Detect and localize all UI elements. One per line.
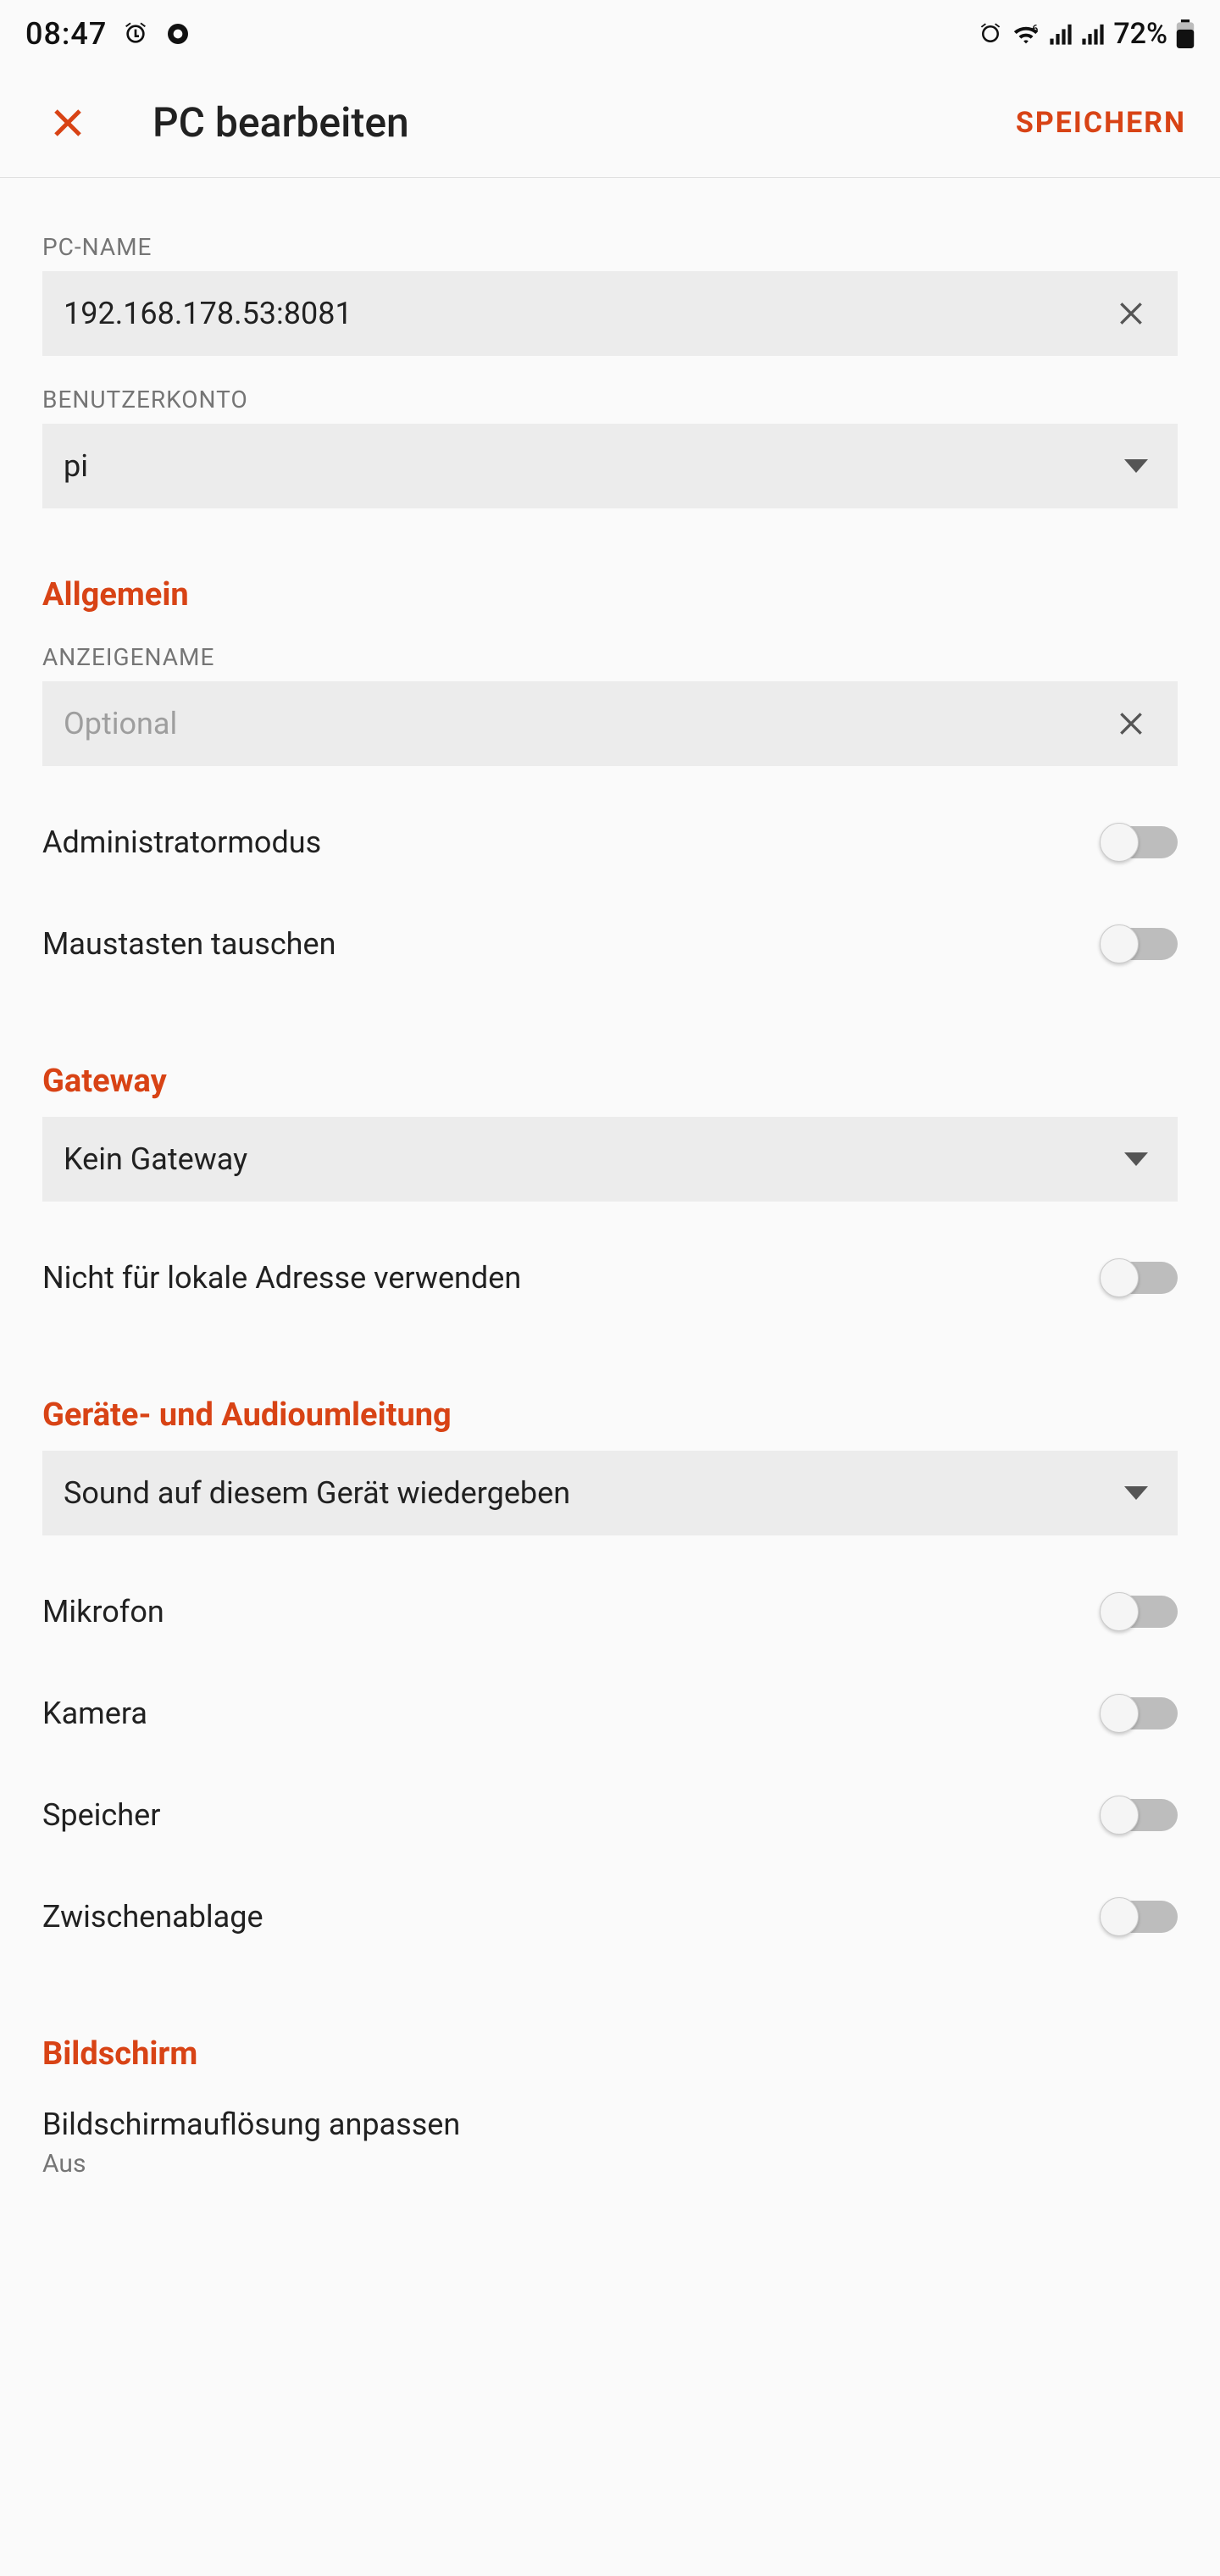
battery-icon <box>1176 19 1195 48</box>
displayname-placeholder: Optional <box>64 706 1106 741</box>
clear-pcname-icon[interactable] <box>1106 288 1156 339</box>
signal1-icon <box>1049 22 1073 46</box>
save-button[interactable]: SPEICHERN <box>1016 89 1186 157</box>
alarm2-icon <box>978 21 1003 47</box>
chevron-down-icon <box>1124 1486 1148 1500</box>
displayname-label: ANZEIGENAME <box>42 643 1178 671</box>
account-select[interactable]: pi <box>42 424 1178 508</box>
app-bar: PC bearbeiten SPEICHERN <box>0 68 1220 178</box>
audio-value: Sound auf diesem Gerät wiedergeben <box>64 1475 1124 1511</box>
skip-local-label: Nicht für lokale Adresse verwenden <box>42 1260 521 1296</box>
gateway-value: Kein Gateway <box>64 1141 1124 1177</box>
account-value: pi <box>64 448 1124 484</box>
wifi-icon: 6 <box>1012 21 1040 47</box>
status-clock: 08:47 <box>25 16 107 52</box>
status-right: 6 72% <box>978 17 1195 51</box>
swap-mouse-label: Maustasten tauschen <box>42 926 336 962</box>
status-bar: 08:47 6 72% <box>0 0 1220 68</box>
battery-percent: 72% <box>1113 17 1167 51</box>
clipboard-toggle[interactable] <box>1101 1901 1178 1933</box>
clipboard-row: Zwischenablage <box>42 1866 1178 1968</box>
clipboard-label: Zwischenablage <box>42 1899 263 1935</box>
admin-mode-row: Administratormodus <box>42 791 1178 893</box>
storage-row: Speicher <box>42 1764 1178 1866</box>
chevron-down-icon <box>1124 459 1148 473</box>
audio-select[interactable]: Sound auf diesem Gerät wiedergeben <box>42 1451 1178 1535</box>
skip-local-toggle[interactable] <box>1101 1262 1178 1294</box>
mic-label: Mikrofon <box>42 1594 164 1629</box>
section-display: Bildschirm <box>42 2035 1178 2073</box>
chevron-down-icon <box>1124 1152 1148 1166</box>
page-title: PC bearbeiten <box>152 98 1016 147</box>
pcname-value: 192.168.178.53:8081 <box>64 296 1106 331</box>
displayname-input[interactable]: Optional <box>42 681 1178 766</box>
resolution-title: Bildschirmauflösung anpassen <box>42 2107 1178 2142</box>
admin-mode-label: Administratormodus <box>42 824 321 860</box>
pcname-label: PC-NAME <box>42 233 1178 261</box>
swap-mouse-toggle[interactable] <box>1101 928 1178 960</box>
mic-row: Mikrofon <box>42 1561 1178 1663</box>
content: PC-NAME 192.168.178.53:8081 BENUTZERKONT… <box>0 178 1220 2179</box>
storage-toggle[interactable] <box>1101 1799 1178 1831</box>
alarm-icon <box>122 20 149 47</box>
pcname-input[interactable]: 192.168.178.53:8081 <box>42 271 1178 356</box>
circle-icon <box>164 20 191 47</box>
gateway-select[interactable]: Kein Gateway <box>42 1117 1178 1202</box>
camera-toggle[interactable] <box>1101 1697 1178 1729</box>
storage-label: Speicher <box>42 1797 160 1833</box>
resolution-setting[interactable]: Bildschirmauflösung anpassen Aus <box>42 2107 1178 2179</box>
resolution-value: Aus <box>42 2149 1178 2179</box>
account-label: BENUTZERKONTO <box>42 386 1178 414</box>
admin-mode-toggle[interactable] <box>1101 826 1178 858</box>
mic-toggle[interactable] <box>1101 1596 1178 1628</box>
close-button[interactable] <box>34 89 102 157</box>
skip-local-row: Nicht für lokale Adresse verwenden <box>42 1227 1178 1329</box>
svg-text:6: 6 <box>1032 24 1038 36</box>
camera-label: Kamera <box>42 1696 147 1731</box>
section-device-audio: Geräte- und Audioumleitung <box>42 1396 1178 1434</box>
clear-displayname-icon[interactable] <box>1106 698 1156 749</box>
signal2-icon <box>1081 22 1105 46</box>
swap-mouse-row: Maustasten tauschen <box>42 893 1178 995</box>
section-general: Allgemein <box>42 576 1178 613</box>
status-left: 08:47 <box>25 16 191 52</box>
camera-row: Kamera <box>42 1663 1178 1764</box>
section-gateway: Gateway <box>42 1063 1178 1100</box>
